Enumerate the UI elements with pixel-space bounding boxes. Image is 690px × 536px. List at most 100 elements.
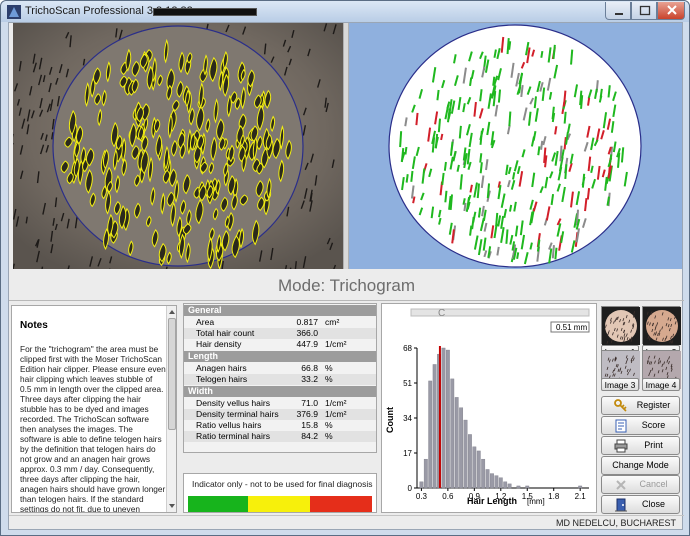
section-general-header: General (184, 305, 376, 316)
y-tick-label: 34 (403, 414, 412, 423)
notes-scrollbar[interactable] (166, 306, 176, 512)
y-axis-label: Count (385, 407, 395, 433)
table-row: Ratio terminal hairs 84.2% (184, 431, 376, 442)
x-tick-label: 1.8 (548, 492, 560, 501)
title-progress-bar (153, 8, 257, 16)
histogram-bar (459, 407, 464, 489)
histogram-bar (507, 483, 512, 489)
x-icon (616, 480, 626, 490)
indicator-disclaimer: Indicator only - not to be used for fina… (192, 479, 373, 489)
table-row: Hair density 447.9 1/cm² (196, 339, 347, 349)
x-tick-label: 1.2 (495, 492, 507, 501)
minimize-icon (615, 13, 623, 15)
scalp-image-original[interactable] (13, 23, 343, 269)
x-tick-label: 0.9 (469, 492, 481, 501)
app-window: TrichoScan Professional 3.2.12.82 Mode: … (0, 0, 690, 536)
histogram-bar (423, 458, 428, 489)
histogram-bar (516, 485, 521, 489)
histogram-bar (441, 347, 446, 489)
table-row: Telogen hairs 33.2% (184, 374, 376, 385)
histogram-bar (490, 473, 494, 489)
histogram-bar (578, 485, 583, 489)
scalp-image-analysed[interactable] (349, 23, 682, 269)
histogram-bar (454, 397, 459, 489)
histogram-bar (494, 475, 499, 489)
thumbnail-preview-1 (602, 307, 640, 345)
histogram-bar (463, 419, 468, 489)
close-window-button[interactable] (657, 2, 685, 20)
indicator-red-zone (310, 496, 372, 512)
maximize-icon (639, 5, 651, 16)
table-row: Total hair count 366.0 (184, 328, 376, 339)
maximize-button[interactable] (631, 2, 657, 20)
table-row: Density terminal hairs 376.9 1/cm² (184, 409, 376, 420)
histogram-bar (468, 434, 472, 489)
y-tick-label: 68 (403, 344, 412, 353)
thumbnail-image-2[interactable] (642, 306, 681, 345)
notes-text: For the "trichogram" the area must be cl… (20, 344, 166, 513)
histogram-bar (445, 349, 450, 489)
histogram-bar (472, 446, 477, 489)
scalp-analysis-right (349, 23, 682, 269)
mode-title: Mode: Trichogram (278, 276, 415, 295)
thumbnail-preview-2 (643, 307, 681, 345)
scalp-photo-left (13, 23, 343, 269)
x-tick-label: 2.1 (575, 492, 587, 501)
thumbnail-image-1[interactable] (601, 306, 640, 345)
minimize-button[interactable] (605, 2, 631, 20)
mode-divider (9, 300, 684, 301)
title-bar[interactable]: TrichoScan Professional 3.2.12.82 (1, 1, 689, 22)
histogram-bar (525, 485, 530, 489)
section-width-header: Width (184, 386, 376, 397)
score-button[interactable]: Score (601, 416, 680, 435)
scroll-thumb[interactable] (168, 318, 176, 430)
diagnosis-indicator: Indicator only - not to be used for fina… (183, 473, 377, 513)
print-button[interactable]: Print (601, 436, 680, 455)
histogram-bar (498, 477, 503, 489)
printer-icon (614, 439, 628, 453)
x-tick-label: 0.6 (442, 492, 454, 501)
footer-credit: MD NEDELCU, BUCHAREST (555, 518, 676, 528)
scroll-down-arrow-icon[interactable] (169, 504, 175, 508)
results-table: General Area 0.817 cm² Total hair count 366… (183, 303, 377, 453)
x-tick-label: 1.5 (522, 492, 534, 501)
table-row: Area 0.817 cm² (196, 317, 340, 327)
table-row: Ratio vellus hairs 15.8% (196, 420, 333, 430)
section-length-header: Length (184, 351, 376, 362)
cancel-button[interactable]: Cancel (601, 475, 680, 494)
histogram-bar (450, 378, 455, 489)
histogram-bar (503, 481, 508, 489)
histogram-bar (481, 458, 486, 489)
key-icon (614, 399, 627, 412)
notes-title: Notes (20, 320, 48, 331)
score-sheet-icon (615, 419, 627, 433)
histogram-bar (476, 450, 481, 489)
hair-length-histogram[interactable]: C Count Hair Length [mm] 6851341700.3 0.6… (381, 303, 597, 513)
close-button[interactable]: Close (601, 495, 680, 514)
scroll-up-arrow-icon[interactable] (169, 310, 175, 314)
register-button[interactable]: Register (601, 396, 680, 415)
notes-panel[interactable]: Notes For the "trichogram" the area must… (11, 305, 177, 513)
indicator-green-zone (188, 496, 248, 512)
client-area: Mode: Trichogram Notes For the "trichogr… (8, 22, 684, 530)
y-tick-label: 51 (403, 379, 412, 388)
close-icon (667, 5, 677, 15)
analysis-area-circle-right (388, 24, 642, 268)
y-tick-label: 17 (403, 449, 412, 458)
door-exit-icon (615, 498, 627, 512)
image-4-button[interactable]: Image 4 (642, 378, 680, 391)
histogram-bar (419, 481, 424, 489)
x-tick-label: 0.3 (416, 492, 428, 501)
histogram-bar (485, 469, 490, 489)
y-tick-label: 0 (408, 484, 413, 493)
cutoff-value-label: 0.51 mm (556, 323, 587, 332)
change-mode-button[interactable]: Change Mode (601, 456, 680, 475)
histogram-bar (428, 380, 433, 489)
app-logo-icon (7, 5, 21, 19)
image-3-button[interactable]: Image 3 (601, 378, 639, 391)
length-ruler-handle[interactable]: C (438, 308, 445, 319)
table-row: Density vellus hairs 71.0 1/cm² (196, 398, 347, 408)
status-bar: MD NEDELCU, BUCHAREST (9, 515, 684, 530)
indicator-yellow-zone (248, 496, 310, 512)
table-row: Anagen hairs 66.8% (196, 363, 333, 373)
